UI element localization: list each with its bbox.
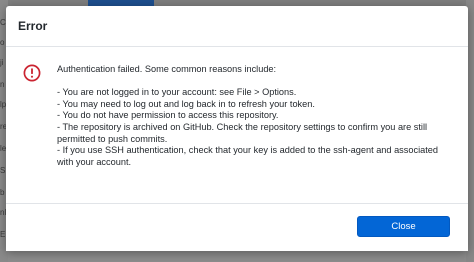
background-text-fragment: b xyxy=(0,188,5,197)
background-text-fragment: o xyxy=(0,38,5,47)
error-message: Authentication failed. Some common reaso… xyxy=(57,64,457,168)
error-dialog: Error Authentication failed. Some common… xyxy=(6,6,468,251)
background-text-fragment: n xyxy=(0,80,5,89)
background-text-fragment: S xyxy=(0,166,6,175)
dialog-header: Error xyxy=(6,6,468,47)
reason-item: permitted to push commits. xyxy=(57,133,168,144)
error-intro: Authentication failed. Some common reaso… xyxy=(57,64,277,74)
reason-item: - The repository is archived on GitHub. … xyxy=(57,121,428,132)
reason-item: with your account. xyxy=(57,156,132,167)
error-circle-icon xyxy=(23,64,41,82)
background-text-fragment: C xyxy=(0,18,6,27)
reason-item: - If you use SSH authentication, check t… xyxy=(57,145,438,156)
dialog-footer: Close xyxy=(6,203,468,251)
background-text-fragment: ji xyxy=(0,58,4,67)
reason-item: - You do not have permission to access t… xyxy=(57,110,279,121)
reason-list: - You are not logged in to your account:… xyxy=(57,87,457,168)
reason-item: - You may need to log out and log back i… xyxy=(57,98,315,109)
close-button[interactable]: Close xyxy=(357,216,450,237)
reason-item: - You are not logged in to your account:… xyxy=(57,87,297,98)
background-text-fragment: E xyxy=(0,230,6,239)
dialog-body: Authentication failed. Some common reaso… xyxy=(6,47,468,207)
dialog-title: Error xyxy=(18,19,48,33)
